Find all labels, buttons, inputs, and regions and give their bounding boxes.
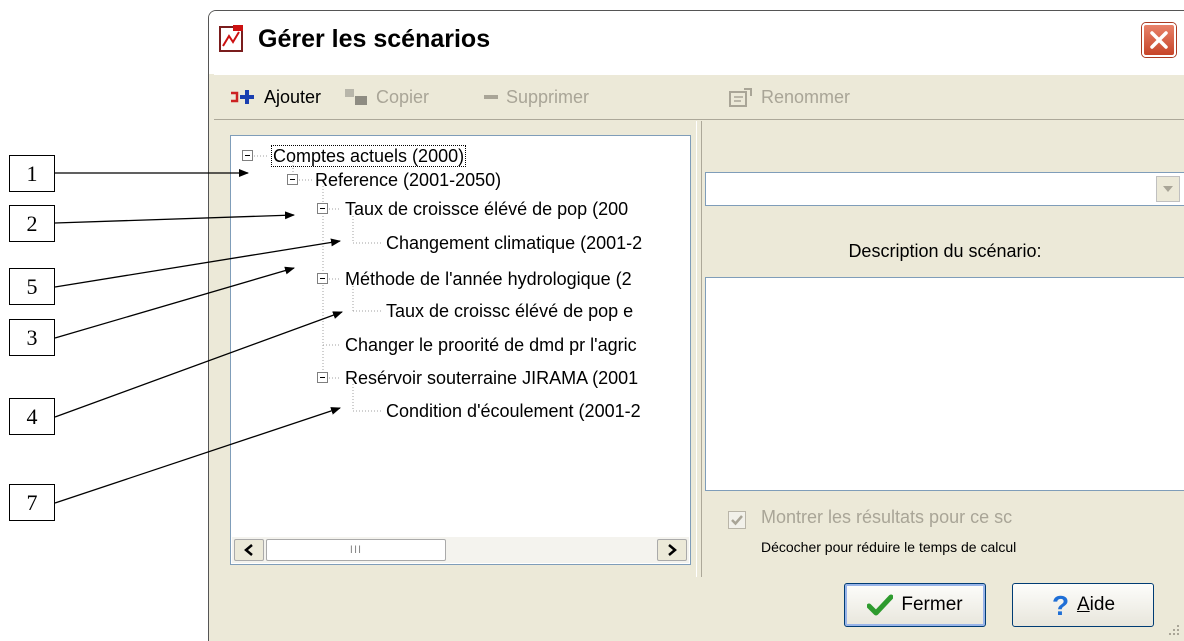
rename-label: Renommer [761, 86, 851, 107]
callout-3: 3 [9, 319, 55, 356]
toolbar: Ajouter Copier Supprimer Renommer [214, 74, 1184, 120]
rename-button[interactable]: Renommer [729, 75, 850, 119]
tree-node-climate-change[interactable]: Changement climatique (2001-2 [386, 231, 642, 255]
scroll-left-button[interactable] [234, 539, 264, 561]
scenario-dropdown[interactable] [705, 172, 1184, 206]
delete-button[interactable]: Supprimer [484, 75, 589, 119]
calc-time-hint: Décocher pour réduire le temps de calcul [761, 539, 1017, 555]
scenario-tree[interactable]: Comptes actuels (2000) Reference (2001-2… [230, 135, 691, 565]
show-results-checkbox[interactable] [728, 511, 746, 529]
tree-node-label: Changer le proorité de dmd pr l'agric [345, 335, 637, 355]
tree-node-label: Condition d'écoulement (2001-2 [386, 401, 641, 421]
scenario-app-icon [219, 25, 243, 52]
tree-node-label: Reference (2001-2050) [315, 170, 502, 190]
close-button-label: Fermer [901, 594, 963, 615]
add-label: Ajouter [264, 86, 322, 107]
tree-expander-hydro-year[interactable] [317, 273, 328, 284]
svg-text:?: ? [1052, 592, 1069, 618]
callout-1: 1 [9, 155, 55, 192]
tree-node-label: Méthode de l'année hydrologique (2 [345, 269, 632, 289]
delete-label: Supprimer [506, 86, 590, 107]
description-textarea[interactable] [705, 277, 1184, 491]
callout-2: 2 [9, 205, 55, 242]
help-label-rest: ide [1089, 594, 1116, 615]
tree-node-pop-growth-sub[interactable]: Taux de croissc élévé de pop e [386, 299, 633, 323]
rename-icon [729, 88, 752, 107]
description-label: Description du scénario: [848, 241, 1042, 261]
chevron-down-icon [1163, 186, 1173, 192]
window-title: Gérer les scénarios [258, 25, 491, 53]
close-button[interactable]: Fermer [844, 583, 986, 627]
tree-node-demand-priority[interactable]: Changer le proorité de dmd pr l'agric [345, 333, 637, 357]
pane-splitter[interactable] [696, 121, 702, 577]
title-bar[interactable]: Gérer les scénarios [209, 11, 1184, 74]
close-icon [1150, 31, 1168, 49]
checkmark-icon [731, 515, 743, 526]
resize-grip-icon[interactable] [1166, 623, 1180, 637]
show-results-label: Montrer les résultats pour ce sc [761, 507, 1013, 527]
tree-expander-reservoir[interactable] [317, 372, 328, 383]
callout-7: 7 [9, 484, 55, 521]
tree-node-reservoir[interactable]: Resérvoir souterraine JIRAMA (2001 [345, 366, 638, 390]
tree-expander-reference[interactable] [287, 174, 298, 185]
tree-expander-level0[interactable] [242, 150, 253, 161]
green-check-icon [867, 594, 894, 616]
manage-scenarios-dialog: Gérer les scénarios Ajouter Copier Suppr… [208, 10, 1184, 641]
help-button-label: Aide [1077, 594, 1115, 616]
tree-expander-pop-growth[interactable] [317, 203, 328, 214]
copy-label: Copier [376, 86, 430, 107]
copy-button[interactable]: Copier [344, 75, 429, 119]
scroll-thumb[interactable]: III [266, 539, 446, 561]
help-question-icon: ? [1052, 592, 1069, 618]
close-window-button[interactable] [1142, 23, 1176, 57]
copy-icon [345, 89, 367, 105]
tree-node-label: Comptes actuels (2000) [271, 145, 467, 167]
callout-4: 4 [9, 398, 55, 435]
tree-node-label: Resérvoir souterraine JIRAMA (2001 [345, 368, 639, 388]
tree-node-label: Changement climatique (2001-2 [386, 233, 643, 253]
tree-node-pop-growth[interactable]: Taux de croissce élévé de pop (200 [345, 197, 628, 221]
add-icon [231, 90, 254, 104]
add-button[interactable]: Ajouter [230, 75, 321, 119]
help-mnemonic: A [1076, 594, 1090, 615]
tree-node-flow-condition[interactable]: Condition d'écoulement (2001-2 [386, 399, 641, 423]
scroll-right-button[interactable] [657, 539, 687, 561]
tree-node-label: Taux de croissce élévé de pop (200 [345, 199, 629, 219]
horizontal-scrollbar[interactable]: III [232, 537, 689, 563]
help-button[interactable]: ? Aide [1012, 583, 1154, 627]
chevron-left-icon [244, 544, 253, 556]
tree-node-reference[interactable]: Reference (2001-2050) [315, 168, 501, 192]
tree-node-current-accounts[interactable]: Comptes actuels (2000) [271, 144, 467, 168]
tree-node-hydro-year[interactable]: Méthode de l'année hydrologique (2 [345, 267, 632, 291]
chevron-right-icon [668, 544, 677, 556]
minus-icon [484, 95, 498, 99]
tree-node-label: Taux de croissc élévé de pop e [386, 301, 634, 321]
dropdown-arrow-button[interactable] [1156, 176, 1180, 202]
callout-5: 5 [9, 268, 55, 305]
